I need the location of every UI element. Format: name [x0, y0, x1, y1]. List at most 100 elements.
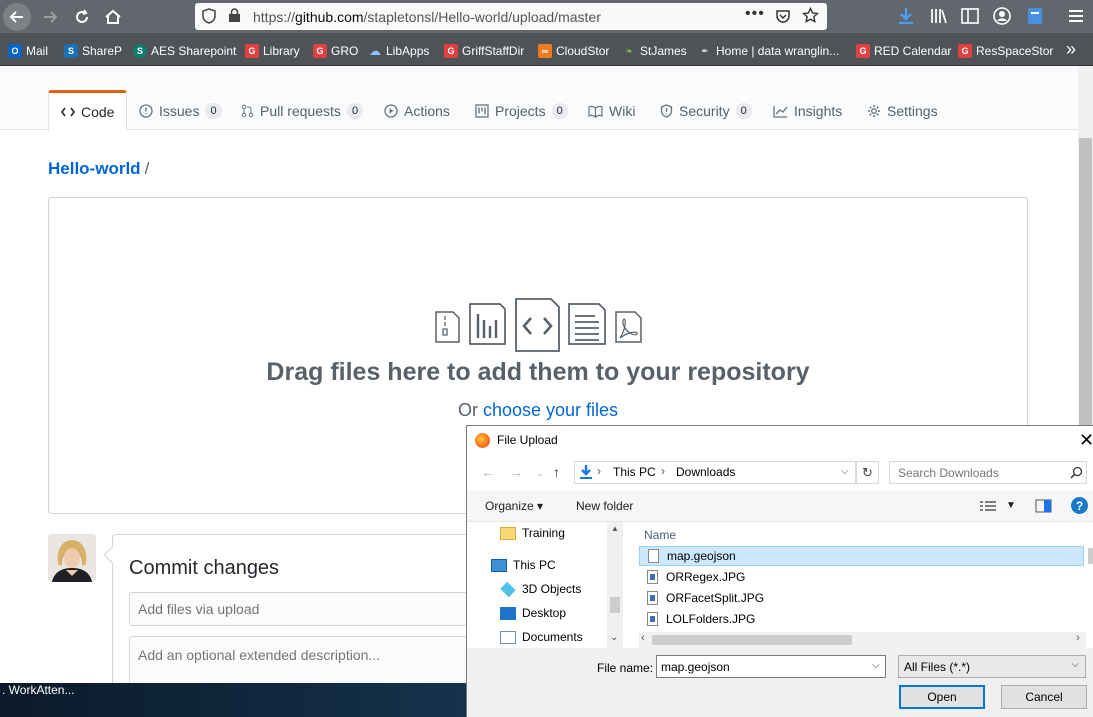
file-list-vscrollbar[interactable] — [1086, 522, 1093, 632]
bookmark-gro[interactable]: G GRO — [313, 43, 358, 59]
tab-wiki[interactable]: Wiki — [588, 92, 635, 130]
file-row-orregex[interactable]: ORRegex.JPG — [639, 567, 1084, 587]
shield-icon[interactable] — [202, 8, 216, 24]
griffith-icon: G — [444, 44, 458, 58]
new-folder-button[interactable]: New folder — [576, 499, 633, 513]
chevron-right-icon[interactable]: › — [597, 464, 601, 478]
scroll-up-icon[interactable]: ▲ — [611, 524, 619, 533]
desktop-icon — [500, 606, 516, 620]
image-file-icon — [647, 570, 658, 584]
tab-projects[interactable]: Projects 0 — [475, 92, 568, 130]
up-arrow-icon[interactable]: ↑ — [553, 464, 560, 480]
file-list-hscrollbar[interactable]: ‹ › — [639, 632, 1086, 648]
back-arrow-icon[interactable]: ← — [481, 464, 495, 480]
file-type-select[interactable]: All Files (*.*) ⌵ — [898, 655, 1086, 678]
bookmark-libapps[interactable]: ☁ LibApps — [368, 43, 429, 59]
recent-locations-icon[interactable]: ⌄ — [536, 468, 544, 479]
account-icon[interactable] — [992, 6, 1012, 26]
search-icon[interactable] — [1070, 466, 1083, 479]
organize-button[interactable]: Organize ▾ — [485, 499, 543, 513]
cancel-button[interactable]: Cancel — [1001, 685, 1087, 709]
avatar[interactable] — [48, 534, 96, 582]
bookmark-griffstaffdir[interactable]: G GriffStaffDir — [444, 43, 524, 59]
chevron-down-icon[interactable]: ⌵ — [841, 466, 849, 477]
tab-actions[interactable]: Actions — [384, 92, 450, 130]
help-icon[interactable]: ? — [1071, 497, 1088, 514]
extension-icon[interactable] — [1025, 6, 1045, 26]
3d-objects-icon — [500, 581, 516, 597]
issue-icon — [139, 104, 153, 118]
dialog-titlebar[interactable]: File Upload ✕ — [467, 426, 1093, 456]
preview-pane-icon[interactable] — [1035, 499, 1052, 513]
home-button[interactable] — [99, 3, 127, 31]
choose-files-link[interactable]: choose your files — [483, 400, 618, 420]
menu-icon[interactable] — [1066, 6, 1086, 26]
book-icon — [588, 105, 603, 118]
url-text[interactable]: https://github.com/stapletonsl/Hello-wor… — [253, 9, 601, 25]
view-options-icon[interactable] — [979, 500, 997, 512]
bookmark-library[interactable]: G Library — [245, 43, 300, 59]
bookmark-star-icon[interactable] — [802, 7, 819, 24]
taskbar-item[interactable]: . WorkAtten... — [2, 683, 74, 697]
sharepoint-icon: S — [133, 44, 147, 58]
file-row-orfacetsplit[interactable]: ORFacetSplit.JPG — [639, 588, 1084, 608]
file-list: Name map.geojson ORRegex.JPG ORFacetSpli… — [639, 522, 1093, 648]
address-bar[interactable]: https://github.com/stapletonsl/Hello-wor… — [195, 3, 827, 30]
path-downloads[interactable]: Downloads — [676, 465, 735, 479]
scroll-down-icon[interactable]: ⌄ — [610, 632, 618, 643]
graph-icon — [773, 105, 788, 118]
nav-pane-scrollbar[interactable]: ▲ ⌄ — [607, 522, 623, 648]
sidebar-icon[interactable] — [960, 6, 980, 26]
bookmark-resspacestor[interactable]: G ResSpaceStor — [958, 43, 1053, 59]
back-button[interactable] — [3, 3, 31, 31]
chevron-down-icon[interactable]: ⌵ — [872, 660, 880, 671]
file-row-map-geojson[interactable]: map.geojson — [639, 546, 1084, 566]
tab-insights[interactable]: Insights — [773, 92, 842, 130]
zip-file-icon — [435, 311, 460, 343]
close-icon[interactable]: ✕ — [1079, 430, 1093, 451]
bookmark-sharep[interactable]: S ShareP — [64, 43, 122, 59]
library-icon[interactable] — [929, 6, 949, 26]
breadcrumb: Hello-world / — [48, 159, 150, 178]
dialog-path-box[interactable]: › This PC › Downloads ⌵ — [574, 461, 856, 484]
reload-button[interactable] — [68, 3, 96, 31]
tab-code[interactable]: Code — [48, 90, 128, 131]
image-file-icon — [647, 612, 658, 626]
bookmark-red-calendar[interactable]: G RED Calendar — [856, 43, 951, 59]
sharepoint-icon: S — [64, 44, 78, 58]
view-dropdown-icon[interactable]: ▼ — [1006, 500, 1016, 511]
download-icon[interactable] — [896, 6, 916, 26]
file-name-input[interactable] — [656, 655, 886, 678]
open-button[interactable]: Open — [899, 685, 985, 709]
bookmark-stjames[interactable]: ❧ StJames — [622, 43, 686, 59]
tab-issues[interactable]: Issues 0 — [139, 92, 222, 130]
bookmarks-overflow-icon[interactable]: » — [1066, 39, 1076, 60]
tab-security[interactable]: Security 0 — [660, 92, 752, 130]
path-this-pc[interactable]: This PC — [613, 465, 656, 479]
nav-item-3d-objects[interactable]: 3D Objects — [500, 581, 581, 597]
forward-button[interactable] — [36, 3, 64, 31]
chevron-right-icon[interactable]: › — [661, 464, 665, 478]
bookmark-mail[interactable]: O Mail — [8, 43, 48, 59]
lock-icon[interactable] — [228, 8, 241, 23]
bookmark-aes-sharepoint[interactable]: S AES Sharepoint — [133, 43, 236, 59]
tab-pull-requests[interactable]: Pull requests 0 — [241, 92, 364, 130]
nav-item-this-pc[interactable]: This PC — [491, 558, 556, 572]
repo-link[interactable]: Hello-world — [48, 159, 141, 178]
scroll-right-icon[interactable]: › — [1076, 632, 1080, 644]
cloudstor-icon: ∞ — [538, 44, 552, 58]
refresh-icon[interactable]: ↻ — [856, 461, 879, 484]
page-actions-icon[interactable]: ••• — [745, 5, 765, 23]
nav-item-training[interactable]: Training — [500, 526, 565, 540]
forward-arrow-icon[interactable]: → — [509, 464, 523, 480]
search-input[interactable] — [889, 461, 1087, 484]
bookmark-home-data-wrangling[interactable]: ✒ Home | data wranglin... — [698, 43, 839, 59]
column-header-name[interactable]: Name — [644, 528, 676, 542]
bookmark-cloudstor[interactable]: ∞ CloudStor — [538, 43, 609, 59]
pocket-icon[interactable] — [775, 8, 791, 24]
nav-item-documents[interactable]: Documents — [500, 630, 583, 644]
file-row-lolfolders[interactable]: LOLFolders.JPG — [639, 609, 1084, 629]
scroll-left-icon[interactable]: ‹ — [641, 632, 645, 644]
nav-item-desktop[interactable]: Desktop — [500, 606, 566, 620]
tab-settings[interactable]: Settings — [867, 92, 938, 130]
